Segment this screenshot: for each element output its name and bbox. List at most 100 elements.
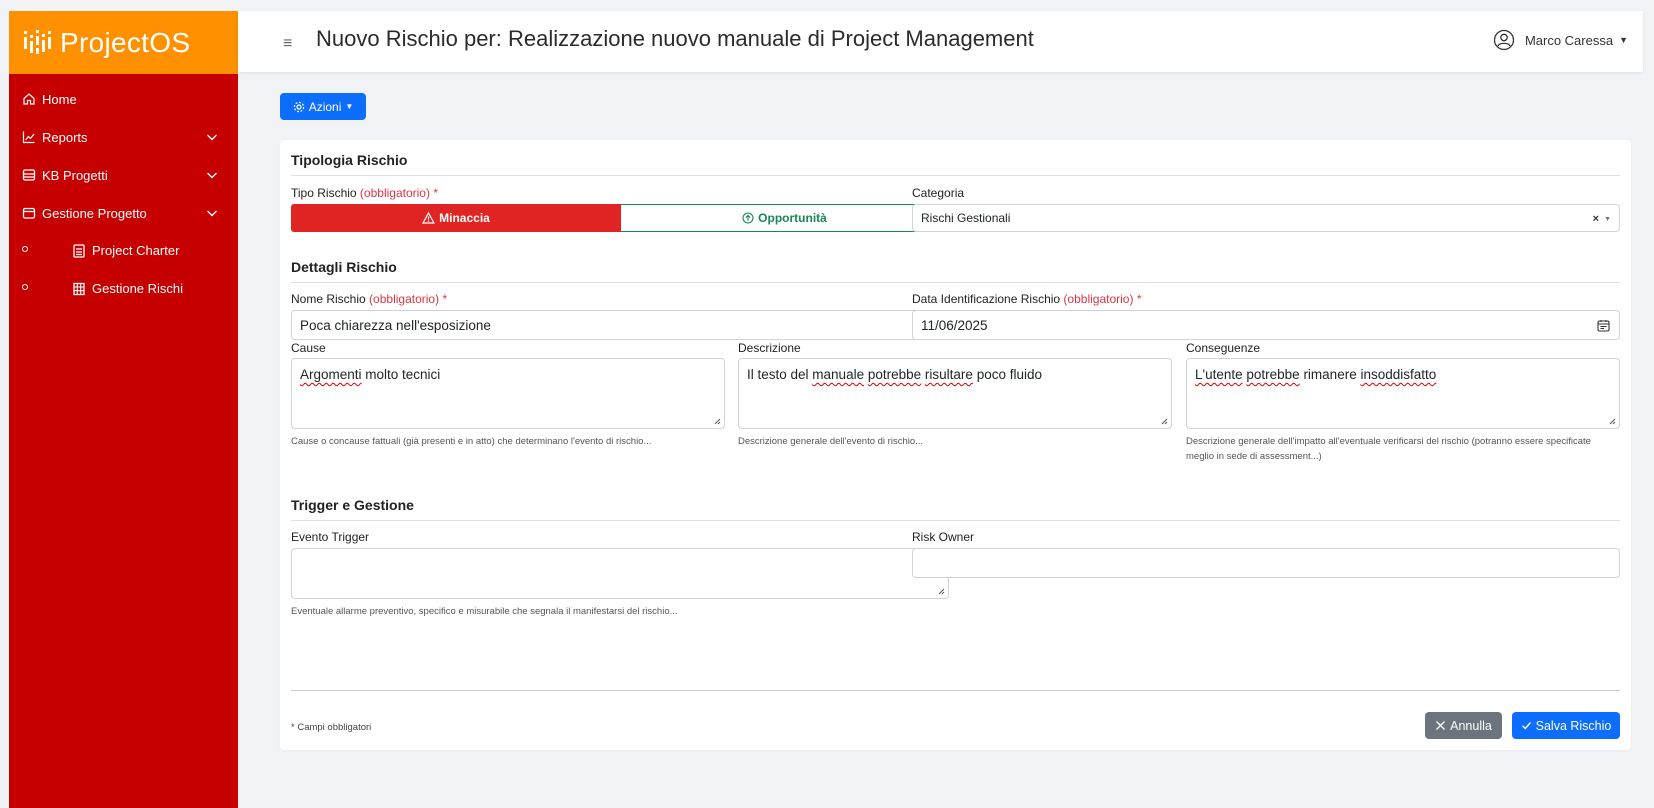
brand[interactable]: ProjectOS: [9, 11, 238, 74]
folder-icon: [22, 207, 36, 219]
asterisk: *: [442, 292, 448, 306]
section-title-trigger: Trigger e Gestione: [291, 497, 414, 513]
warning-icon: [422, 212, 436, 224]
conseguenze-text: rimanere: [1299, 367, 1361, 382]
resize-handle-icon[interactable]: [1608, 417, 1616, 425]
cancel-button[interactable]: Annulla: [1425, 712, 1502, 739]
sidebar-item-gestione-progetto[interactable]: Gestione Progetto: [9, 194, 238, 232]
descrizione-text: poco fluido: [972, 367, 1042, 382]
risk-form-card: Tipologia Rischio Tipo Rischio (obbligat…: [280, 140, 1631, 750]
user-name: Marco Caressa: [1524, 32, 1614, 48]
logo-icon: [24, 29, 51, 54]
risk-owner-input[interactable]: [912, 548, 1620, 578]
conseguenze-text-misspelled: potrebbe: [1246, 367, 1300, 382]
opportunita-label: Opportunità: [758, 211, 827, 225]
label-text: Nome Rischio: [291, 292, 366, 306]
descrizione-text-misspelled: risultare: [924, 367, 973, 382]
required-text: (obbligatorio): [1063, 292, 1134, 306]
divider: [291, 282, 1620, 283]
table-icon: [73, 282, 85, 296]
cause-text: molto tecnici: [361, 367, 441, 382]
sidebar-nav: Home Reports KB Progetti Gestione Proget…: [9, 74, 238, 308]
resize-handle-icon[interactable]: [713, 417, 721, 425]
sidebar-item-label: Project Charter: [92, 243, 180, 258]
asterisk: *: [433, 186, 438, 200]
descrizione-label: Descrizione: [738, 341, 801, 355]
required-mark: (obbligatorio) *: [369, 292, 447, 306]
tipo-rischio-label: Tipo Rischio (obbligatorio) *: [291, 186, 438, 200]
page-title: Nuovo Rischio per: Realizzazione nuovo m…: [316, 26, 1034, 51]
conseguenze-help: Descrizione generale dell'impatto all'ev…: [1186, 436, 1591, 462]
label-text: Data Identificazione Rischio: [912, 292, 1061, 306]
brand-name: ProjectOS: [60, 26, 191, 58]
cause-label: Cause: [291, 341, 326, 355]
save-button[interactable]: Salva Rischio: [1512, 712, 1620, 739]
bullet-icon: [22, 246, 28, 252]
evento-trigger-label: Evento Trigger: [291, 530, 370, 544]
tipo-rischio-toggle: Minaccia Opportunità: [291, 204, 949, 232]
descrizione-textarea[interactable]: Il testo del manuale potrebbe risultare …: [738, 358, 1172, 429]
caret-down-icon: ▼: [345, 102, 354, 111]
close-icon: [1436, 721, 1446, 730]
required-mark: (obbligatorio) *: [360, 186, 438, 200]
sidebar-item-kb-progetti[interactable]: KB Progetti: [9, 156, 238, 194]
sidebar-item-label: Gestione Rischi: [92, 281, 184, 296]
data-identificazione-label: Data Identificazione Rischio (obbligator…: [912, 292, 1141, 306]
resize-handle-icon[interactable]: [1160, 417, 1168, 425]
descrizione-text-misspelled: potrebbe: [867, 367, 922, 382]
nome-rischio-label: Nome Rischio (obbligatorio) *: [291, 292, 447, 306]
descrizione-help: Descrizione generale dell'evento di risc…: [738, 436, 924, 447]
required-fields-note: * Campi obbligatori: [291, 722, 372, 733]
sidebar: ProjectOS Home Reports KB Progetti Gesti…: [9, 11, 238, 808]
sidebar-item-gestione-rischi[interactable]: Gestione Rischi: [9, 270, 238, 308]
arrow-up-circle-icon: [742, 212, 754, 224]
resize-handle-icon[interactable]: [937, 587, 945, 595]
actions-button[interactable]: Azioni ▼: [280, 93, 366, 120]
select-controls: × ▼: [1593, 213, 1611, 225]
divider: [291, 690, 1620, 691]
sidebar-item-project-charter[interactable]: Project Charter: [9, 232, 238, 270]
categoria-value: Rischi Gestionali: [921, 211, 1011, 225]
data-identificazione-input[interactable]: 11/06/2025: [912, 310, 1620, 340]
home-icon: [23, 93, 35, 105]
caret-down-icon[interactable]: ▼: [1604, 216, 1611, 223]
evento-trigger-help: Eventuale allarme preventivo, specifico …: [291, 606, 678, 617]
caret-down-icon: ▼: [1619, 35, 1628, 45]
sidebar-item-reports[interactable]: Reports: [9, 118, 238, 156]
asterisk: *: [1136, 292, 1142, 306]
clear-icon[interactable]: ×: [1593, 213, 1599, 225]
top-bar: ≡ Nuovo Rischio per: Realizzazione nuovo…: [238, 11, 1643, 72]
chart-line-icon: [22, 131, 35, 144]
evento-trigger-textarea[interactable]: [291, 548, 949, 599]
conseguenze-label: Conseguenze: [1186, 341, 1261, 355]
gear-icon: [293, 101, 304, 112]
categoria-select[interactable]: Rischi Gestionali × ▼: [912, 204, 1620, 232]
opportunita-option[interactable]: Opportunità: [621, 204, 949, 232]
data-identificazione-value: 11/06/2025: [921, 317, 988, 333]
conseguenze-text-misspelled: insoddisfatto: [1360, 367, 1437, 382]
check-icon: [1521, 722, 1531, 730]
section-title-dettagli: Dettagli Rischio: [291, 259, 397, 275]
nome-rischio-input[interactable]: Poca chiarezza nell'esposizione: [291, 310, 949, 340]
save-label: Salva Rischio: [1535, 718, 1612, 733]
user-avatar-icon: [1493, 29, 1515, 51]
user-menu[interactable]: Marco Caressa ▼: [1493, 29, 1628, 51]
chevron-down-icon: [207, 134, 217, 141]
descrizione-text-misspelled: manuale: [812, 367, 865, 382]
descrizione-text: Il testo del: [747, 367, 813, 382]
bullet-icon: [22, 284, 28, 290]
required-text: (obbligatorio): [369, 292, 440, 306]
sidebar-item-home[interactable]: Home: [9, 80, 238, 118]
cancel-label: Annulla: [1450, 718, 1492, 733]
calendar-icon[interactable]: [1597, 319, 1610, 332]
nome-rischio-value: Poca chiarezza nell'esposizione: [300, 317, 491, 333]
cause-textarea[interactable]: Argomenti molto tecnici: [291, 358, 725, 429]
section-title-tipologia: Tipologia Rischio: [291, 152, 408, 168]
required-text: (obbligatorio): [359, 186, 430, 200]
menu-toggle-icon[interactable]: ≡: [283, 36, 292, 52]
minaccia-option[interactable]: Minaccia: [291, 204, 621, 232]
divider: [291, 175, 1620, 176]
divider: [291, 520, 1620, 521]
sidebar-item-label: KB Progetti: [42, 167, 108, 183]
conseguenze-textarea[interactable]: L'utente potrebbe rimanere insoddisfatto: [1186, 358, 1620, 429]
